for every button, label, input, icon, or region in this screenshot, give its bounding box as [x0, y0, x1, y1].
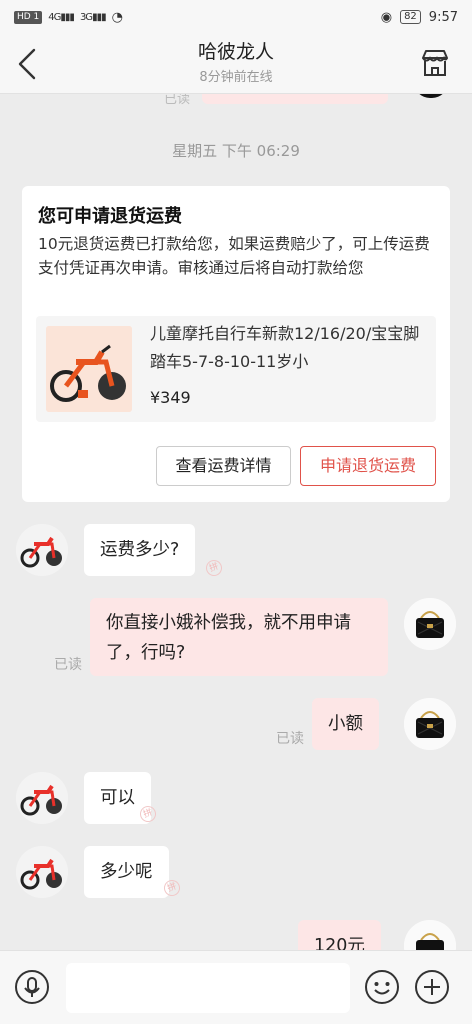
- online-status: 8分钟前在线: [199, 70, 273, 85]
- chat-area[interactable]: 已读 星期五 下午 06:29 您可申请退货运费 10元退货运费已打款给您，如果…: [0, 94, 472, 950]
- message-bubble[interactable]: 多少呢: [84, 846, 169, 898]
- user-avatar[interactable]: [404, 698, 456, 750]
- refund-shipping-card: 您可申请退货运费 10元退货运费已打款给您，如果运费赔少了，可上传运费支付凭证再…: [22, 186, 450, 502]
- plus-more-icon[interactable]: [414, 969, 450, 1005]
- chat-header: 哈彼龙人 8分钟前在线: [0, 34, 472, 94]
- message-input-bar: [0, 950, 472, 1024]
- eye-icon: ◉: [380, 9, 393, 25]
- message-bubble[interactable]: 运费多少?: [84, 524, 196, 576]
- battery-indicator: 82: [400, 10, 421, 24]
- product-name: 儿童摩托自行车新款12/16/20/宝宝脚踏车5-7-8-10-11岁小: [150, 324, 420, 371]
- product-item[interactable]: 儿童摩托自行车新款12/16/20/宝宝脚踏车5-7-8-10-11岁小 ¥34…: [36, 316, 436, 422]
- emoji-icon[interactable]: [364, 969, 400, 1005]
- wechat-notification-icon: ◔: [111, 9, 123, 25]
- user-avatar[interactable]: [404, 598, 456, 650]
- message-bubble-cut: [202, 94, 388, 104]
- seller-avatar[interactable]: [16, 772, 68, 824]
- read-receipt: 已读: [54, 657, 82, 673]
- view-shipping-details-button[interactable]: 查看运费详情: [156, 446, 291, 486]
- message-bubble[interactable]: 你直接小娥补偿我，就不用申请了，行吗?: [90, 598, 388, 676]
- user-avatar[interactable]: [404, 920, 456, 950]
- card-description: 10元退货运费已打款给您，如果运费赔少了，可上传运费支付凭证再次申请。审核通过后…: [38, 235, 430, 277]
- message-bubble[interactable]: 120元: [298, 920, 381, 950]
- store-icon[interactable]: [420, 48, 450, 78]
- message-text-field[interactable]: [66, 963, 350, 1013]
- apply-return-shipping-button[interactable]: 申请退货运费: [300, 446, 436, 486]
- contact-name: 哈彼龙人: [197, 41, 274, 63]
- product-price: ¥349: [150, 388, 191, 407]
- hd-indicator: HD 1: [14, 10, 43, 24]
- status-bar: HD 1 4G▮▮▮ 3G▮▮▮ ◔ ◉ 82 9:57: [0, 0, 472, 34]
- seller-avatar[interactable]: [16, 846, 68, 898]
- signal-3g-icon: 3G▮▮▮: [79, 11, 107, 23]
- user-avatar-cut: [414, 94, 448, 98]
- message-timestamp: 星期五 下午 06:29: [172, 142, 300, 160]
- pinduoduo-watermark-icon: 拼: [203, 557, 225, 579]
- seller-avatar[interactable]: [16, 524, 68, 576]
- clock: 9:57: [428, 9, 458, 25]
- signal-4g-icon: 4G▮▮▮: [48, 11, 75, 23]
- message-bubble[interactable]: 小额: [312, 698, 379, 750]
- voice-input-icon[interactable]: [14, 969, 50, 1005]
- card-title: 您可申请退货运费: [38, 206, 182, 227]
- read-receipt: 已读: [164, 94, 191, 107]
- kids-bike-product-image: [46, 326, 132, 412]
- read-receipt: 已读: [276, 731, 304, 747]
